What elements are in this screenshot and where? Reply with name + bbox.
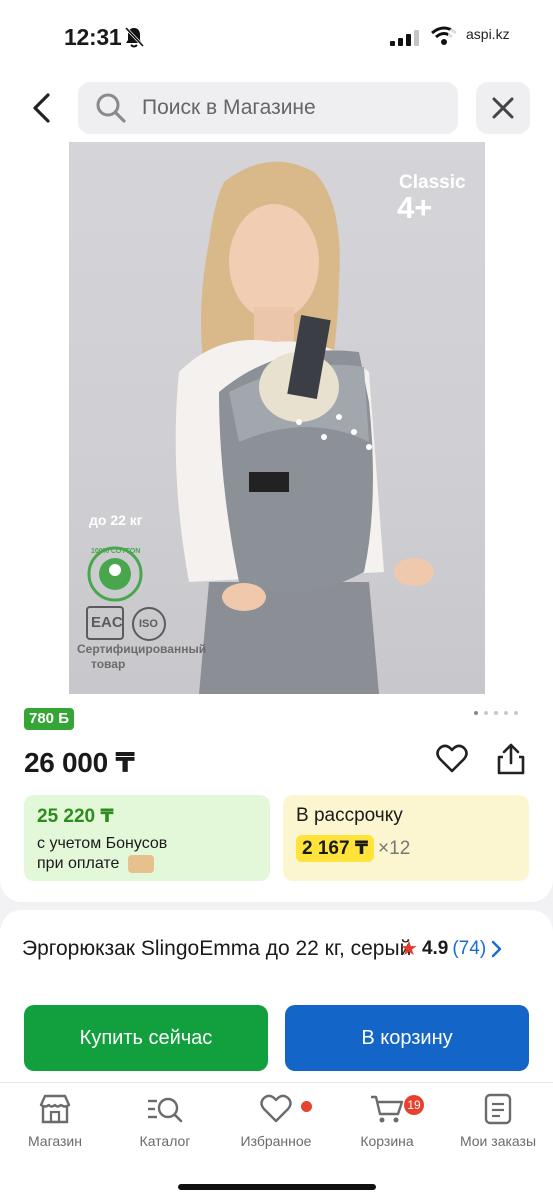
certified-line1: Сертифицированный [77, 642, 207, 656]
url-pill: aspi.kz [448, 26, 514, 46]
search-input[interactable]: Поиск в Магазине [78, 82, 458, 134]
pagination-dot[interactable] [514, 711, 518, 715]
tab-cart[interactable]: Корзина 19 [332, 1093, 442, 1149]
installment-amount: 2 167 ₸ [296, 835, 375, 862]
signal-icon [390, 30, 419, 46]
cotton-seal-text: 100% COTTON [91, 548, 141, 555]
search-placeholder: Поиск в Магазине [142, 96, 316, 119]
tab-label: Корзина [360, 1133, 414, 1149]
close-icon [492, 97, 514, 119]
tab-label: Избранное [240, 1133, 312, 1149]
bonus-price-offer[interactable]: 25 220 ₸ с учетом Бонусов при оплате [24, 795, 270, 881]
bonus-price-note-line1: с учетом Бонусов [37, 835, 168, 852]
installment-label: В рассрочку [296, 805, 403, 826]
chevron-right-icon [491, 940, 502, 957]
tab-label: Каталог [139, 1133, 191, 1149]
pagination-dot[interactable] [484, 711, 488, 715]
add-to-cart-button[interactable]: В корзину [285, 1005, 529, 1071]
bell-off-icon [124, 26, 144, 48]
rating-value: 4.9 [421, 937, 449, 959]
chevron-left-icon [33, 93, 50, 123]
home-indicator [178, 1184, 376, 1190]
certified-line2: товар [91, 657, 126, 671]
pagination-dot[interactable] [474, 711, 478, 715]
product-info-card: Эргорюкзак SlingoEmma до 22 кг, серый ★ … [0, 910, 553, 1085]
pagination-dot[interactable] [504, 711, 508, 715]
bonus-price-note-line2: при оплате [37, 855, 120, 872]
bottom-tab-bar: Магазин Каталог Избранное Корзина 19 Мои… [0, 1082, 553, 1200]
tab-catalog[interactable]: Каталог [110, 1093, 220, 1149]
installment-multiplier: ×12 [378, 837, 411, 859]
search-header: Поиск в Магазине [0, 70, 553, 142]
status-time: 12:31 [64, 24, 122, 50]
favorite-heart-icon[interactable] [436, 744, 468, 774]
store-icon [39, 1094, 71, 1124]
product-photo[interactable]: Classic 4+ до 22 кг 100% COTTON EAC ISO … [69, 142, 485, 694]
eac-mark: EAC [91, 614, 123, 631]
reviews-count[interactable]: (74) [452, 938, 486, 960]
pagination-dot[interactable] [494, 711, 498, 715]
cart-count-badge: 19 [404, 1095, 424, 1115]
installment-offer[interactable]: В рассрочку 2 167 ₸ ×12 [283, 795, 529, 881]
heart-icon [260, 1094, 292, 1123]
product-card: Classic 4+ до 22 кг 100% COTTON EAC ISO … [0, 142, 553, 902]
cart-icon [371, 1095, 404, 1123]
tab-label: Магазин [27, 1133, 82, 1149]
tab-store[interactable]: Магазин [0, 1093, 110, 1149]
rating-row[interactable]: ★ 4.9 (74) [400, 934, 502, 963]
search-icon [96, 93, 126, 123]
weight-label: до 22 кг [89, 512, 143, 528]
bonus-price: 25 220 ₸ [37, 806, 114, 827]
product-price: 26 000 ₸ [24, 747, 135, 778]
status-bar: 12:31 aspi.kz [0, 0, 553, 70]
close-button[interactable] [476, 82, 530, 134]
iso-mark: ISO [139, 618, 158, 630]
tab-orders[interactable]: Мои заказы [443, 1093, 553, 1149]
share-icon[interactable] [496, 742, 526, 776]
back-button[interactable] [26, 90, 56, 126]
catalog-search-icon [148, 1097, 183, 1123]
tab-favorites[interactable]: Избранное [221, 1093, 331, 1149]
buy-now-button[interactable]: Купить сейчас [24, 1005, 268, 1071]
orders-icon [484, 1093, 512, 1125]
classic-age-label: 4+ [397, 190, 433, 225]
bonus-badge: 780 Б [24, 708, 74, 730]
coin-icon [127, 854, 154, 873]
product-title: Эргорюкзак SlingoEmma до 22 кг, серый [22, 937, 412, 960]
tab-label: Мои заказы [459, 1133, 537, 1149]
gallery-pagination[interactable] [474, 711, 518, 715]
bonus-price-note-row: при оплате [37, 854, 257, 874]
favorites-notification-dot [301, 1101, 312, 1112]
star-icon: ★ [400, 938, 418, 960]
